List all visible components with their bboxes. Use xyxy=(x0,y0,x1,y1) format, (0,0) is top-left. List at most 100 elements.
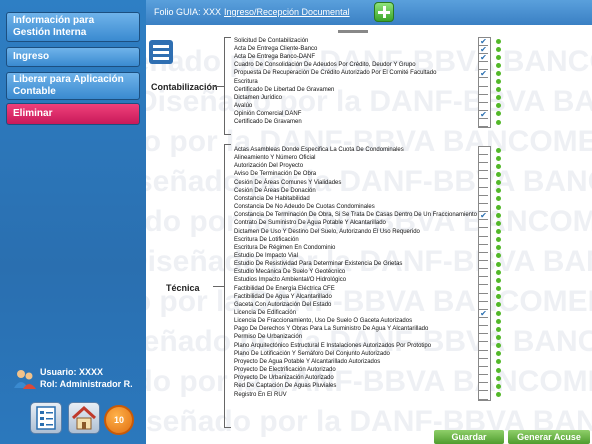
status-dot-icon xyxy=(496,294,501,300)
user-name: Usuario: XXXX xyxy=(40,367,104,377)
status-dot-icon xyxy=(496,383,501,389)
document-checkbox[interactable] xyxy=(479,359,488,367)
document-checkbox[interactable] xyxy=(479,147,488,155)
document-checkbox[interactable] xyxy=(479,180,488,188)
document-checkbox[interactable] xyxy=(479,286,488,294)
nav-ingreso[interactable]: Ingreso xyxy=(6,47,140,67)
nav-liberar-aplicacion-contable[interactable]: Liberar para Aplicación Contable xyxy=(6,72,140,100)
user-info: Usuario: XXXX Rol: Administrador R. xyxy=(14,366,142,392)
document-checkbox[interactable] xyxy=(479,95,488,103)
status-dot-icon xyxy=(496,343,501,349)
document-checkbox[interactable] xyxy=(479,237,488,245)
status-dot-icon xyxy=(496,220,501,226)
status-dot-icon xyxy=(496,237,501,243)
document-checkbox[interactable] xyxy=(479,196,488,204)
document-item: Red De Captación De Aguas Pluviales xyxy=(234,383,337,390)
document-item: Autorización Del Proyecto xyxy=(234,163,304,170)
status-dot-icon xyxy=(496,229,501,234)
notification-badge[interactable]: 10 xyxy=(104,405,134,435)
tab-handle[interactable] xyxy=(338,30,368,33)
document-item: Gaceta Con Autorización Del Estado xyxy=(234,301,332,308)
save-label: Guardar xyxy=(451,432,487,442)
document-checkbox[interactable] xyxy=(479,367,488,376)
document-item: Certificado De Gravamen xyxy=(234,119,302,125)
document-checkbox[interactable] xyxy=(479,334,488,343)
status-dot-icon xyxy=(496,351,501,357)
document-checkbox[interactable] xyxy=(479,253,488,261)
document-checkbox[interactable] xyxy=(479,155,488,164)
nav-label: Ingreso xyxy=(13,51,50,62)
document-checkbox[interactable]: ✔ xyxy=(479,212,488,221)
document-item: Aviso De Terminación De Obra xyxy=(234,171,317,178)
document-checkbox[interactable] xyxy=(479,220,488,229)
menu-icon[interactable] xyxy=(149,40,173,64)
sidebar: Información para Gestión Interna Ingreso… xyxy=(0,0,146,444)
document-checkbox[interactable] xyxy=(479,277,488,286)
nav-informacion-gestion-interna[interactable]: Información para Gestión Interna xyxy=(6,12,140,42)
document-checkbox[interactable]: ✔ xyxy=(479,110,488,119)
section-link[interactable]: Ingreso/Recepción Documental xyxy=(224,7,350,17)
status-dot-icon xyxy=(496,253,501,259)
document-item: Constancia De Habitabilidad xyxy=(234,195,310,202)
document-checkbox[interactable] xyxy=(479,294,488,302)
document-item: Plano De Lotificación Y Semáforo Del Con… xyxy=(234,350,390,357)
status-dot-icon xyxy=(496,62,501,68)
document-checkbox[interactable] xyxy=(479,383,488,392)
status-dot-icon xyxy=(496,119,501,125)
document-item: Constancia De Terminación De Obra, Si Se… xyxy=(234,212,477,219)
document-item: Estudio De Impacto Vial xyxy=(234,252,298,259)
document-checkbox[interactable] xyxy=(479,229,488,237)
users-icon xyxy=(14,370,36,389)
generate-receipt-button[interactable]: Generar Acuse xyxy=(508,430,590,444)
checkbox-column: ✔ ✔ ✔ ✔ ✔ xyxy=(478,37,491,129)
document-item: Escritura De Régimen En Condominio xyxy=(234,244,336,251)
document-checkbox[interactable] xyxy=(479,318,488,327)
document-item: Avalúo xyxy=(234,102,253,109)
document-checkbox[interactable] xyxy=(479,375,488,384)
status-dot-icon xyxy=(496,286,501,292)
home-button[interactable] xyxy=(68,402,100,434)
checkbox-column: ✔ ✔ xyxy=(478,146,491,401)
document-checkbox[interactable] xyxy=(479,87,488,95)
document-item: Estudio De Resistividad Para Determinar … xyxy=(234,261,403,268)
document-checkbox[interactable] xyxy=(479,261,488,270)
status-dot-icon xyxy=(496,375,501,381)
document-checkbox[interactable] xyxy=(479,269,488,278)
document-checkbox[interactable] xyxy=(479,163,488,172)
document-checkbox[interactable] xyxy=(479,326,488,335)
document-checkbox[interactable] xyxy=(479,245,488,253)
document-checkbox[interactable]: ✔ xyxy=(479,54,488,63)
status-dot-icon xyxy=(496,188,501,194)
status-dot-icon xyxy=(496,318,501,324)
watermark-text: Diseñado por la DANF-BBVA BANCOMER xyxy=(146,285,592,318)
document-item: Escritura xyxy=(234,78,258,85)
document-checkbox[interactable] xyxy=(479,171,488,180)
document-checkbox[interactable] xyxy=(479,392,488,400)
document-item: Alineamiento Y Número Oficial xyxy=(234,155,316,162)
document-checkbox[interactable]: ✔ xyxy=(479,70,488,79)
report-button[interactable] xyxy=(30,402,62,434)
generate-label: Generar Acuse xyxy=(517,432,581,442)
save-button[interactable]: Guardar xyxy=(434,430,504,444)
document-item: Solicitud De Contabilización xyxy=(234,38,309,44)
status-dot-icon xyxy=(496,367,501,373)
status-dot-icon xyxy=(496,392,501,397)
document-item: Acta De Entrega Banco-DANF xyxy=(234,54,316,61)
document-checkbox[interactable] xyxy=(479,119,488,127)
nav-eliminar[interactable]: Eliminar xyxy=(6,103,140,125)
document-checkbox[interactable] xyxy=(479,188,488,196)
status-dot-icon xyxy=(496,155,501,161)
status-dot-icon xyxy=(496,326,501,332)
document-checkbox[interactable] xyxy=(479,351,488,359)
status-dot-icon xyxy=(496,310,501,316)
document-item: Cesión De Áreas Comunes Y Vialidades xyxy=(234,179,342,186)
document-checkbox[interactable] xyxy=(479,79,488,87)
watermark-text: Diseñado por la DANF-BBVA BANCOMER xyxy=(146,365,592,398)
document-checkbox[interactable]: ✔ xyxy=(479,310,488,318)
document-list-icon xyxy=(36,406,56,430)
document-checkbox[interactable] xyxy=(479,343,488,351)
status-dot-icon xyxy=(496,261,501,267)
add-button[interactable] xyxy=(374,2,394,22)
document-item: Plano Arquitectónico Estructural E Insta… xyxy=(234,342,432,349)
status-dot-icon xyxy=(496,111,501,117)
